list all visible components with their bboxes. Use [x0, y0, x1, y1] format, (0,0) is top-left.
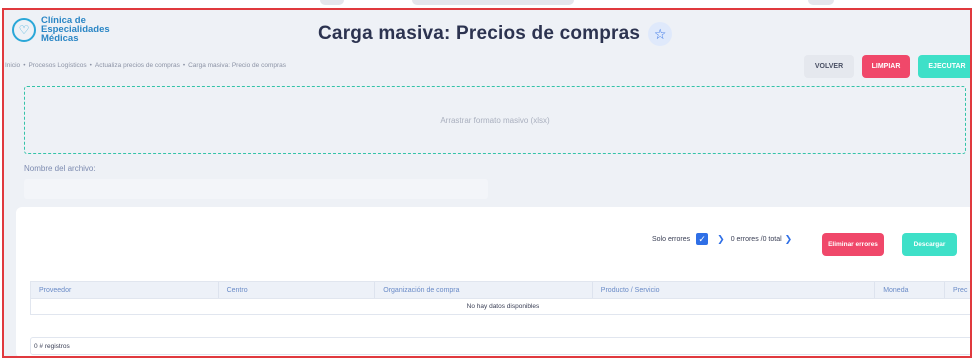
column-header-precio[interactable]: Prec — [945, 282, 970, 298]
brand-line-3: Médicas — [41, 33, 79, 44]
column-header-proveedor[interactable]: Proveedor — [31, 282, 219, 298]
file-name-field[interactable] — [24, 179, 488, 199]
star-outline-icon: ☆ — [653, 25, 667, 42]
breadcrumb-separator: • — [23, 62, 26, 69]
errors-summary: 0 errores /0 total — [730, 235, 782, 243]
app-frame: ♡ Clínica de Especialidades Médicas Carg… — [2, 8, 972, 358]
records-count: 0 # registros — [30, 337, 970, 355]
breadcrumb-item-actualiza[interactable]: Actualiza precios de compras — [95, 62, 180, 69]
column-header-organizacion[interactable]: Organización de compra — [375, 282, 593, 298]
empty-table-text: No hay datos disponibles — [466, 303, 540, 310]
volver-button[interactable]: VOLVER — [804, 55, 854, 78]
page-header: Carga masiva: Precios de compras ☆ — [318, 22, 673, 46]
results-card: Solo errores ✓ ❯ 0 errores /0 total ❯ El… — [16, 207, 970, 356]
brand-logo[interactable]: ♡ Clínica de Especialidades Médicas — [12, 16, 110, 43]
stethoscope-heart-icon: ♡ — [12, 17, 36, 42]
brand-name: Clínica de Especialidades Médicas — [41, 16, 110, 44]
browser-top-strip — [0, 0, 974, 8]
limpiar-button[interactable]: LIMPIAR — [862, 55, 910, 78]
file-name-label: Nombre del archivo: — [24, 164, 96, 173]
breadcrumb-separator: • — [89, 62, 92, 69]
top-strip-shape — [320, 0, 344, 5]
page-title: Carga masiva: Precios de compras — [318, 23, 641, 44]
top-strip-shape — [808, 0, 834, 5]
breadcrumb-item-inicio[interactable]: Inicio — [5, 62, 20, 69]
results-table: Proveedor Centro Organización de compra … — [30, 281, 970, 315]
error-filter-row: Solo errores ✓ ❯ 0 errores /0 total ❯ — [652, 233, 792, 245]
dropzone-text: Arrastrar formato masivo (xlsx) — [440, 115, 550, 125]
solo-errores-checkbox[interactable]: ✓ — [696, 233, 709, 245]
empty-table-message: No hay datos disponibles — [30, 299, 970, 315]
solo-errores-label: Solo errores — [652, 235, 691, 243]
chevron-right-icon[interactable]: ❯ — [717, 234, 725, 245]
table-header: Proveedor Centro Organización de compra … — [30, 281, 970, 299]
breadcrumb-item-current: Carga masiva: Precio de compras — [188, 62, 287, 69]
eliminar-errores-button[interactable]: Eliminar errores — [822, 233, 884, 256]
favorite-button[interactable]: ☆ — [648, 22, 673, 46]
breadcrumb-item-procesos[interactable]: Procesos Logísticos — [28, 62, 86, 69]
file-dropzone[interactable]: Arrastrar formato masivo (xlsx) — [24, 86, 966, 154]
column-header-producto[interactable]: Producto / Servicio — [593, 282, 876, 298]
column-header-centro[interactable]: Centro — [219, 282, 376, 298]
ejecutar-button[interactable]: EJECUTAR — [918, 55, 970, 78]
top-strip-shape — [412, 0, 574, 5]
breadcrumb-separator: • — [182, 62, 186, 69]
breadcrumb: Inicio • Procesos Logísticos • Actualiza pre… — [5, 62, 286, 69]
descargar-button[interactable]: Descargar — [902, 233, 957, 256]
column-header-moneda[interactable]: Moneda — [875, 282, 946, 298]
chevron-right-icon[interactable]: ❯ — [785, 234, 793, 245]
records-count-text: 0 # registros — [34, 342, 70, 350]
